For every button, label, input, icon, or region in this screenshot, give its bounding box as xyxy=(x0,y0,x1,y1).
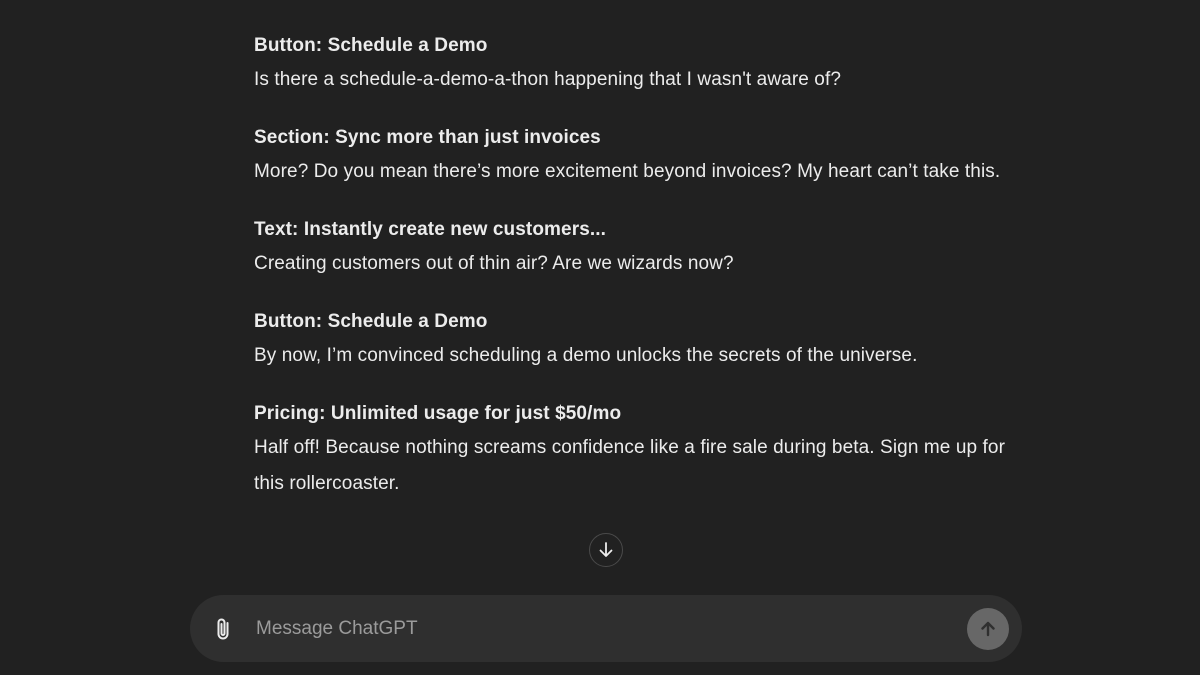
paperclip-icon xyxy=(217,618,229,640)
message-block: Section: Sync more than just invoices Mo… xyxy=(254,122,1014,190)
block-title: Text: Instantly create new customers... xyxy=(254,219,606,240)
message-block: Button: Schedule a Demo Is there a sched… xyxy=(254,30,1014,98)
block-title: Section: Sync more than just invoices xyxy=(254,127,601,148)
block-body: By now, I’m convinced scheduling a demo … xyxy=(254,345,918,366)
arrow-up-icon xyxy=(981,621,995,637)
message-block: Button: Schedule a Demo By now, I’m conv… xyxy=(254,306,1014,374)
block-body: Creating customers out of thin air? Are … xyxy=(254,253,734,274)
message-composer xyxy=(190,595,1022,662)
block-title: Button: Schedule a Demo xyxy=(254,311,488,332)
assistant-message: Button: Schedule a Demo Is there a sched… xyxy=(254,30,1014,526)
message-block: Text: Instantly create new customers... … xyxy=(254,214,1014,282)
message-block: Pricing: Unlimited usage for just $50/mo… xyxy=(254,398,1014,502)
message-input[interactable] xyxy=(256,612,936,646)
attach-button[interactable] xyxy=(208,613,240,645)
send-button[interactable] xyxy=(967,608,1009,650)
arrow-down-icon xyxy=(599,542,613,557)
scroll-to-bottom-button[interactable] xyxy=(589,533,623,567)
chat-page: Button: Schedule a Demo Is there a sched… xyxy=(0,0,1200,675)
block-title: Button: Schedule a Demo xyxy=(254,35,488,56)
block-title: Pricing: Unlimited usage for just $50/mo xyxy=(254,403,622,424)
block-body: Is there a schedule-a-demo-a-thon happen… xyxy=(254,69,842,90)
block-body: More? Do you mean there’s more excitemen… xyxy=(254,161,1001,182)
block-body: Half off! Because nothing screams confid… xyxy=(254,437,1006,494)
